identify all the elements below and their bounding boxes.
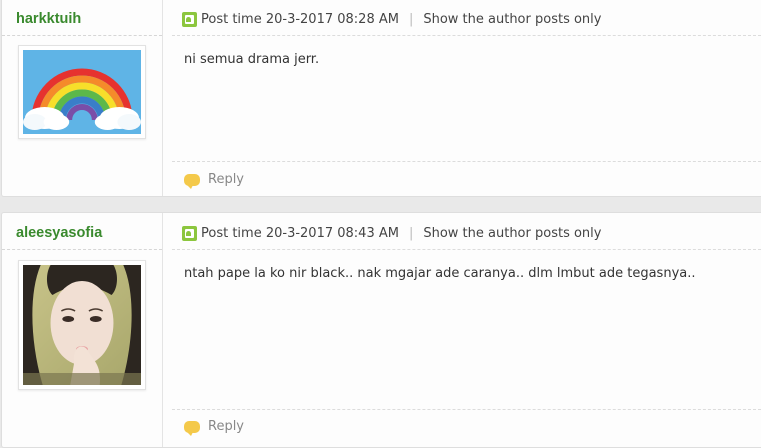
reply-label: Reply	[208, 172, 245, 187]
divider	[172, 249, 761, 250]
online-status-icon	[182, 226, 197, 241]
divider	[172, 409, 761, 410]
reply-bubble-icon	[184, 420, 200, 436]
rainbow-avatar-image	[23, 50, 141, 134]
post-time: Post time 20-3-2017 08:43 AM	[201, 226, 399, 241]
post-message: ni semua drama jerr.	[184, 52, 320, 67]
forum-post: harkktuih Post time 20-3-2017 08:28 AM |…	[1, 0, 761, 197]
reply-button[interactable]: Reply	[184, 419, 245, 436]
portrait-avatar-image	[23, 265, 141, 385]
show-author-posts-link[interactable]: Show the author posts only	[423, 12, 601, 27]
post-author-sidebar: aleesyasofia	[2, 213, 163, 447]
post-time: Post time 20-3-2017 08:28 AM	[201, 12, 399, 27]
reply-bubble-icon	[184, 173, 200, 189]
divider	[2, 35, 162, 36]
author-name[interactable]: harkktuih	[16, 11, 81, 27]
meta-separator: |	[408, 12, 414, 27]
post-author-sidebar: harkktuih	[2, 0, 163, 196]
meta-separator: |	[408, 226, 414, 241]
avatar[interactable]	[18, 45, 146, 139]
forum-post: aleesyasofia Post time 20-3-2017 08:43 A…	[1, 212, 761, 448]
post-meta: Post time 20-3-2017 08:43 AM | Show the …	[182, 226, 761, 241]
post-message: ntah pape la ko nir black.. nak mgajar a…	[184, 266, 696, 281]
author-name[interactable]: aleesyasofia	[16, 225, 102, 241]
divider	[172, 161, 761, 162]
reply-button[interactable]: Reply	[184, 172, 245, 189]
avatar[interactable]	[18, 260, 146, 390]
divider	[2, 249, 162, 250]
online-status-icon	[182, 12, 197, 27]
divider	[172, 35, 761, 36]
reply-label: Reply	[208, 419, 245, 434]
show-author-posts-link[interactable]: Show the author posts only	[423, 226, 601, 241]
post-meta: Post time 20-3-2017 08:28 AM | Show the …	[182, 12, 761, 27]
